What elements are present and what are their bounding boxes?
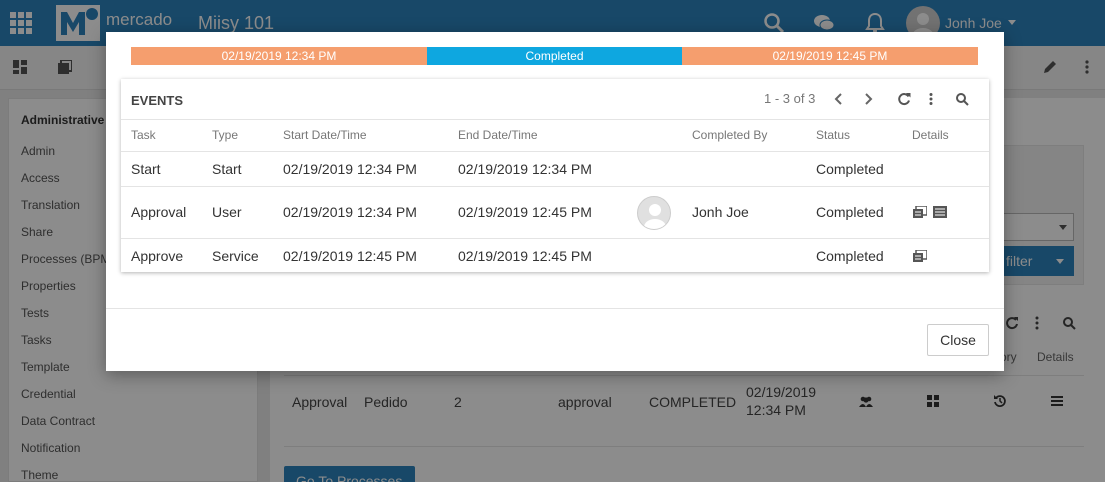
timeline-end: 02/19/2019 12:45 PM: [682, 47, 978, 65]
search-icon[interactable]: [955, 92, 969, 106]
cell-start: 02/19/2019 12:34 PM: [283, 161, 417, 177]
chevron-left-icon[interactable]: [832, 92, 846, 106]
refresh-icon[interactable]: [897, 92, 911, 106]
cell-completed-by: Jonh Joe: [692, 204, 749, 220]
cell-task: Start: [131, 161, 161, 177]
events-modal: 02/19/2019 12:34 PM Completed 02/19/2019…: [106, 32, 1004, 371]
cell-status: Completed: [816, 204, 884, 220]
cell-end: 02/19/2019 12:34 PM: [458, 161, 592, 177]
cell-type: Service: [212, 248, 259, 264]
col-header-status: Status: [816, 128, 851, 142]
list-details-icon[interactable]: [933, 206, 947, 218]
cell-start: 02/19/2019 12:45 PM: [283, 248, 417, 264]
modal-footer-divider: [106, 308, 1004, 309]
events-card: EVENTS 1 - 3 of 3 Task Type Start Date/T…: [121, 79, 989, 272]
chevron-right-icon[interactable]: [861, 92, 875, 106]
cell-end: 02/19/2019 12:45 PM: [458, 248, 592, 264]
cell-task: Approve: [131, 248, 184, 264]
timeline-status: Completed: [427, 47, 682, 65]
pagination-info: 1 - 3 of 3: [764, 91, 816, 106]
table-row[interactable]: Approve Service 02/19/2019 12:45 PM 02/1…: [121, 238, 989, 272]
timeline-start: 02/19/2019 12:34 PM: [131, 47, 427, 65]
cell-type: Start: [212, 161, 242, 177]
close-button[interactable]: Close: [927, 324, 989, 356]
cell-type: User: [212, 204, 242, 220]
documents-icon[interactable]: [913, 250, 927, 262]
col-header-start: Start Date/Time: [283, 128, 367, 142]
cell-status: Completed: [816, 248, 884, 264]
more-vertical-icon[interactable]: [924, 92, 938, 106]
col-header-task: Task: [131, 128, 156, 142]
cell-status: Completed: [816, 161, 884, 177]
col-header-details: Details: [912, 128, 949, 142]
cell-task: Approval: [131, 204, 187, 220]
col-header-completed-by: Completed By: [692, 128, 768, 142]
cell-start: 02/19/2019 12:34 PM: [283, 204, 417, 220]
table-row[interactable]: Approval User 02/19/2019 12:34 PM 02/19/…: [121, 186, 989, 238]
cell-end: 02/19/2019 12:45 PM: [458, 204, 592, 220]
col-header-end: End Date/Time: [458, 128, 538, 142]
events-title: EVENTS: [131, 93, 184, 108]
card-divider: [121, 119, 989, 120]
documents-icon[interactable]: [913, 206, 927, 218]
timeline-bar: 02/19/2019 12:34 PM Completed 02/19/2019…: [131, 47, 978, 65]
table-row[interactable]: Start Start 02/19/2019 12:34 PM 02/19/20…: [121, 151, 989, 186]
col-header-type: Type: [212, 128, 239, 142]
avatar: [637, 196, 671, 230]
